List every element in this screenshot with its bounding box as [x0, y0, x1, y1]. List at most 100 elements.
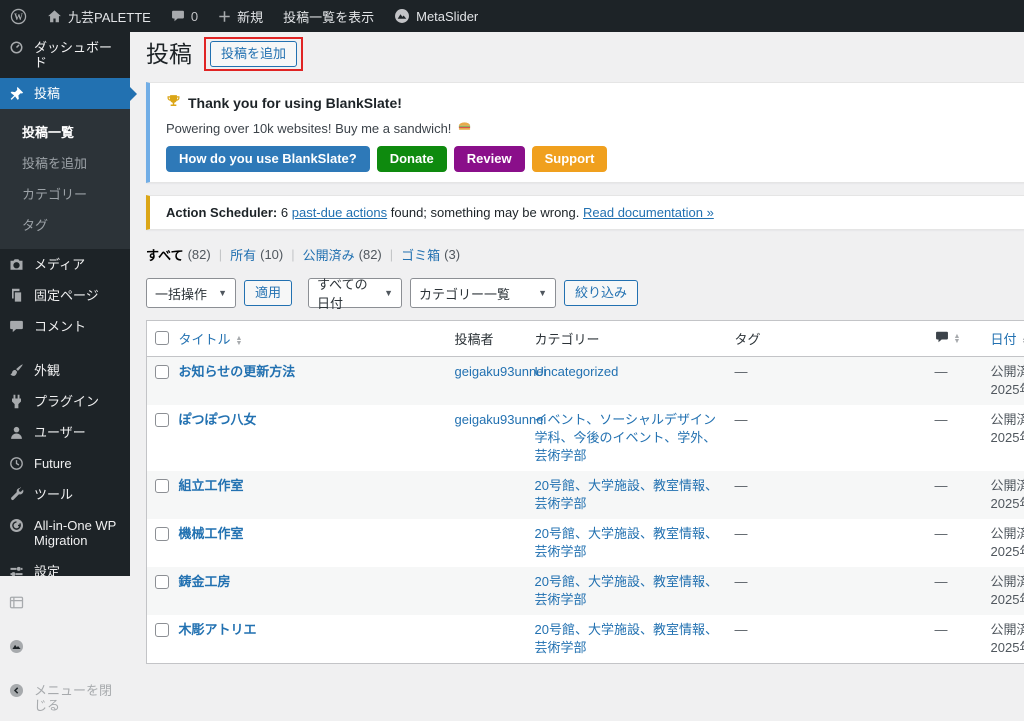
blankslate-button-2[interactable]: Review [454, 146, 525, 172]
comments-menu[interactable]: 0 [161, 0, 208, 32]
category-links[interactable]: 20号館、大学施設、教室情報、芸術学部 [535, 574, 718, 607]
apply-button[interactable]: 適用 [244, 280, 292, 306]
sidebar-item-media[interactable]: メディア [0, 249, 130, 280]
sidebar-item-label: ACF [34, 595, 124, 610]
sidebar-item-label: ダッシュボード [34, 40, 124, 70]
tags-value: — [735, 364, 748, 379]
blankslate-button-0[interactable]: How do you use BlankSlate? [166, 146, 370, 172]
author-link[interactable]: geigaku93unnei [455, 364, 547, 379]
bulk-action-select[interactable]: 一括操作 ▼ [146, 278, 236, 308]
row-checkbox[interactable] [155, 479, 169, 493]
post-date: 2025年10 [991, 592, 1024, 607]
migration-icon [9, 518, 25, 533]
new-content-menu[interactable]: 新規 [208, 0, 273, 32]
posts-submenu-item-1[interactable]: 投稿を追加 [0, 147, 130, 178]
category-links[interactable]: 20号館、大学施設、教室情報、芸術学部 [535, 478, 718, 511]
post-title-link[interactable]: ぽつぽつ八女 [179, 412, 257, 427]
sidebar-item-future[interactable]: Future [0, 448, 130, 479]
category-links[interactable]: イベント、ソーシャルデザイン学科、今後のイベント、学外、芸術学部 [535, 412, 717, 463]
chevron-down-icon: ▼ [538, 288, 547, 298]
sidebar-item-pages[interactable]: 固定ページ [0, 280, 130, 311]
category-links[interactable]: 20号館、大学施設、教室情報、芸術学部 [535, 622, 718, 655]
post-title-link[interactable]: 組立工作室 [179, 478, 244, 493]
sidebar-item-metaslider[interactable]: MetaSlider [0, 631, 130, 662]
past-due-actions-link[interactable]: past-due actions [292, 205, 387, 220]
comments-value: — [935, 412, 948, 427]
sidebar-item-users[interactable]: ユーザー [0, 417, 130, 448]
pin-icon [9, 86, 25, 101]
clock-icon [9, 456, 25, 471]
posts-table: タイトル▲▼ 投稿者 カテゴリー タグ ▲▼ 日付▲▼ お知らせの更新方法 ge… [146, 320, 1024, 664]
sidebar-item-settings[interactable]: 設定 [0, 556, 130, 587]
view-filter-0: すべて(82) [146, 245, 211, 264]
view-posts-link[interactable]: 投稿一覧を表示 [273, 0, 384, 32]
post-title-link[interactable]: 機械工作室 [179, 526, 244, 541]
post-title-link[interactable]: お知らせの更新方法 [179, 364, 296, 379]
site-name: 九芸PALETTE [68, 7, 151, 26]
metaslider-menu[interactable]: MetaSlider [384, 0, 488, 32]
row-checkbox[interactable] [155, 413, 169, 427]
post-status: 公開済み [991, 574, 1024, 589]
sidebar-item-comments[interactable]: コメント [0, 311, 130, 342]
collapse-icon [9, 683, 25, 698]
select-all-checkbox[interactable] [155, 331, 169, 345]
sort-by-date[interactable]: 日付 [991, 332, 1017, 347]
post-date: 2025年10 [991, 640, 1024, 655]
view-filter-link[interactable]: 所有 [230, 245, 256, 264]
site-name-menu[interactable]: 九芸PALETTE [37, 0, 161, 32]
sidebar-item-acf[interactable]: ACF [0, 587, 130, 618]
row-checkbox[interactable] [155, 527, 169, 541]
tags-value: — [735, 526, 748, 541]
categories-column-header: カテゴリー [535, 332, 600, 347]
sort-by-title[interactable]: タイトル [179, 332, 231, 347]
post-status: 公開済み [991, 478, 1024, 493]
bulk-action-value: 一括操作 [155, 284, 207, 303]
post-title-link[interactable]: 鋳金工房 [179, 574, 231, 589]
sidebar-item-dashboard[interactable]: ダッシュボード [0, 32, 130, 78]
comments-value: — [935, 526, 948, 541]
action-scheduler-notice: Action Scheduler: 6 past-due actions fou… [146, 195, 1024, 230]
tools-icon [9, 487, 25, 502]
date-filter-select[interactable]: すべての日付 ▼ [308, 278, 402, 308]
blankslate-button-3[interactable]: Support [532, 146, 608, 172]
view-filter-link[interactable]: すべて [146, 245, 184, 264]
admin-sidebar: ダッシュボード投稿投稿一覧投稿を追加カテゴリータグメディア固定ページコメント外観… [0, 32, 130, 576]
table-controls: 一括操作 ▼ 適用 すべての日付 ▼ カテゴリー一覧 ▼ 絞り込み [146, 278, 1024, 308]
category-links[interactable]: Uncategorized [535, 364, 619, 379]
appearance-icon [9, 363, 25, 378]
sort-arrows-icon: ▲▼ [236, 336, 243, 346]
read-documentation-link[interactable]: Read documentation » [583, 205, 714, 220]
posts-submenu-item-0[interactable]: 投稿一覧 [0, 116, 130, 147]
tags-value: — [735, 412, 748, 427]
sidebar-item-appearance[interactable]: 外観 [0, 355, 130, 386]
chevron-down-icon: ▼ [218, 288, 227, 298]
sidebar-item-plugins[interactable]: プラグイン [0, 386, 130, 417]
post-date: 2025年10 [991, 382, 1024, 397]
tags-value: — [735, 622, 748, 637]
sidebar-item-label: 外観 [34, 363, 124, 378]
view-filter-link[interactable]: ゴミ箱 [401, 245, 440, 264]
post-status: 公開済み [991, 364, 1024, 379]
posts-submenu-item-3[interactable]: タグ [0, 209, 130, 240]
plugin-icon [9, 394, 25, 409]
sidebar-item-tools[interactable]: ツール [0, 479, 130, 510]
post-title-link[interactable]: 木彫アトリエ [179, 622, 257, 637]
blankslate-button-1[interactable]: Donate [377, 146, 447, 172]
comment-bubble-icon [171, 9, 185, 23]
category-filter-select[interactable]: カテゴリー一覧 ▼ [410, 278, 556, 308]
filter-button[interactable]: 絞り込み [564, 280, 638, 306]
row-checkbox[interactable] [155, 575, 169, 589]
posts-submenu-item-2[interactable]: カテゴリー [0, 178, 130, 209]
sidebar-item-label: MetaSlider [34, 639, 124, 654]
row-checkbox[interactable] [155, 365, 169, 379]
comment-bubble-icon[interactable] [935, 330, 949, 347]
author-link[interactable]: geigaku93unnei [455, 412, 547, 427]
category-links[interactable]: 20号館、大学施設、教室情報、芸術学部 [535, 526, 718, 559]
wp-logo-menu[interactable]: W [0, 0, 37, 32]
sidebar-item-collapse-menu[interactable]: メニューを閉じる [0, 675, 130, 721]
sidebar-item-all-in-one-wp-migration[interactable]: All-in-One WP Migration [0, 510, 130, 556]
sidebar-item-posts[interactable]: 投稿 [0, 78, 130, 109]
view-filter-link[interactable]: 公開済み [303, 245, 355, 264]
add-post-button[interactable]: 投稿を追加 [210, 41, 297, 67]
row-checkbox[interactable] [155, 623, 169, 637]
